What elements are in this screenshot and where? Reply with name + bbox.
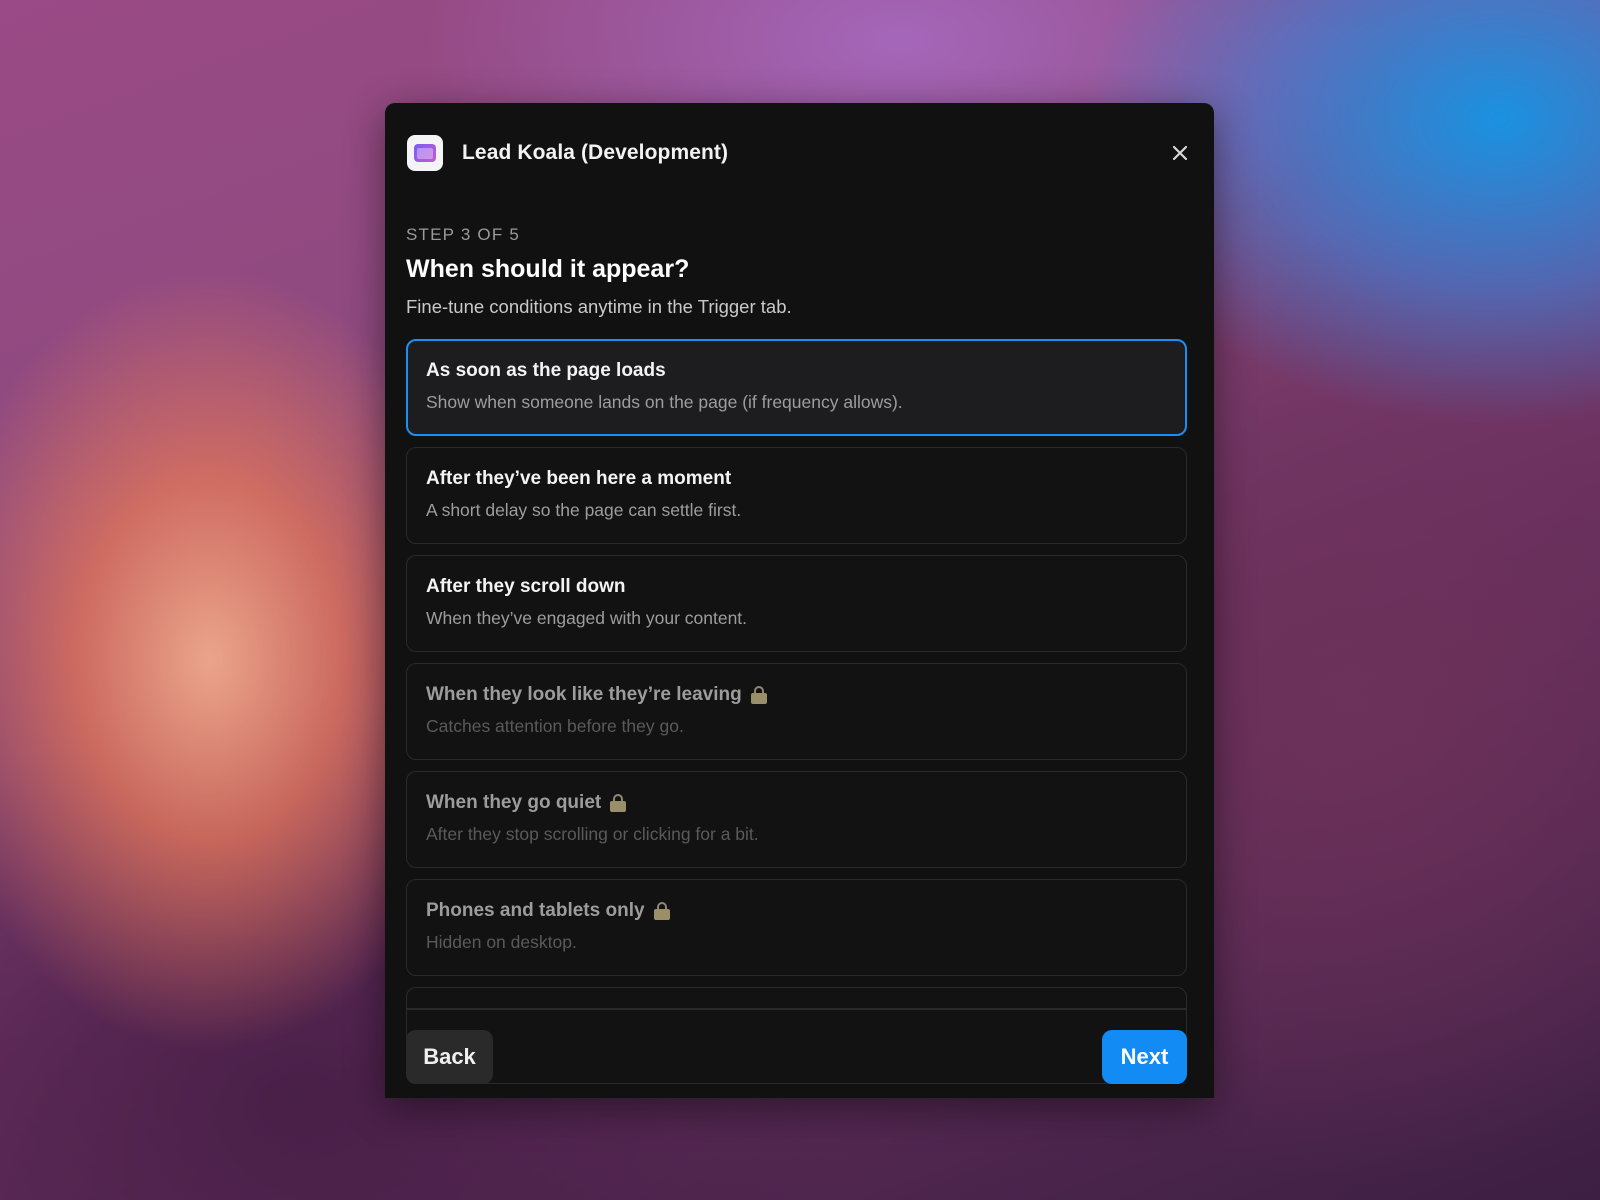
app-window-icon	[407, 135, 443, 171]
next-button[interactable]: Next	[1102, 1030, 1187, 1084]
option-inactivity[interactable]: When they go quiet After they stop scrol…	[406, 771, 1187, 868]
option-title: As soon as the page loads	[426, 360, 666, 381]
lock-icon	[750, 686, 767, 704]
option-title: When they look like they’re leaving	[426, 684, 1168, 706]
option-description: Hidden on desktop.	[426, 932, 577, 952]
option-mobile-only[interactable]: Phones and tablets only Hidden on deskto…	[406, 879, 1187, 976]
onboarding-dialog: Lead Koala (Development) STEP 3 OF 5 Whe…	[385, 103, 1214, 1098]
close-icon	[1172, 145, 1188, 161]
option-scroll[interactable]: After they scroll down When they’ve enga…	[406, 555, 1187, 652]
option-description: After they stop scrolling or clicking fo…	[426, 824, 759, 844]
step-subtitle: Fine-tune conditions anytime in the Trig…	[406, 296, 792, 317]
dialog-header: Lead Koala (Development)	[407, 135, 1192, 171]
lock-icon	[610, 794, 627, 812]
option-title: When they go quiet	[426, 792, 1168, 814]
close-button[interactable]	[1168, 141, 1192, 165]
app-title: Lead Koala (Development)	[462, 141, 729, 164]
step-question: When should it appear?	[406, 255, 690, 283]
option-title: After they scroll down	[426, 576, 626, 597]
step-indicator: STEP 3 OF 5	[406, 225, 520, 244]
option-title: Phones and tablets only	[426, 900, 1168, 922]
option-time-delay[interactable]: After they’ve been here a moment A short…	[406, 447, 1187, 544]
option-next-partial	[406, 987, 1187, 1084]
option-title: After they’ve been here a moment	[426, 468, 732, 489]
option-description: Catches attention before they go.	[426, 716, 684, 736]
option-description: When they’ve engaged with your content.	[426, 608, 748, 628]
option-page-load[interactable]: As soon as the page loads Show when some…	[406, 339, 1187, 436]
option-description: Show when someone lands on the page (if …	[426, 392, 903, 412]
lock-icon	[653, 902, 670, 920]
back-button[interactable]: Back	[406, 1030, 493, 1084]
trigger-options-list[interactable]: As soon as the page loads Show when some…	[406, 339, 1187, 1091]
option-exit-intent[interactable]: When they look like they’re leaving Catc…	[406, 663, 1187, 760]
option-description: A short delay so the page can settle fir…	[426, 500, 742, 520]
